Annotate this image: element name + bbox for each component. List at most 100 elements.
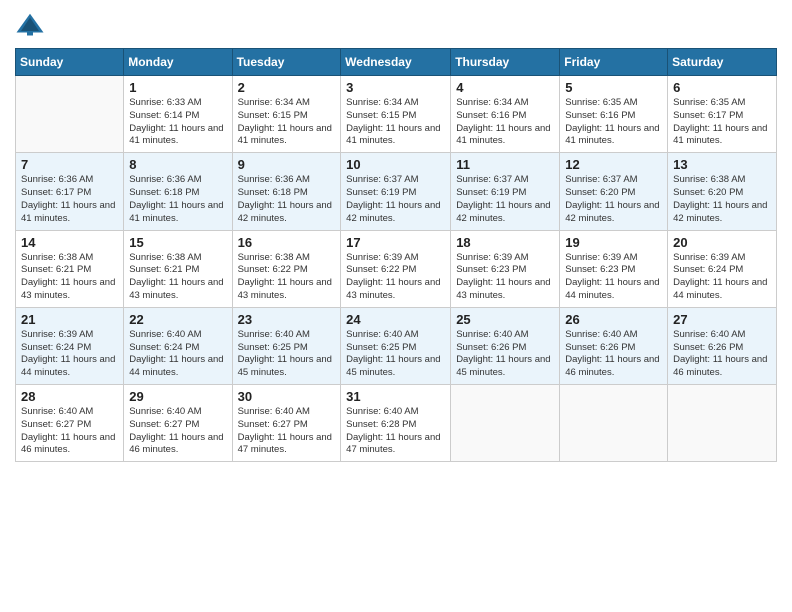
day-info: Sunrise: 6:38 AM Sunset: 6:20 PM Dayligh… (673, 174, 771, 225)
header-friday: Friday (560, 49, 668, 76)
day-info: Sunrise: 6:40 AM Sunset: 6:25 PM Dayligh… (238, 329, 336, 380)
day-number: 27 (673, 312, 771, 327)
day-cell: 9Sunrise: 6:36 AM Sunset: 6:18 PM Daylig… (232, 153, 341, 230)
day-cell: 2 Sunrise: 6:34 AM Sunset: 6:15 PM Daylig… (232, 76, 341, 153)
week-row-4: 21 Sunrise: 6:39 AM Sunset: 6:24 PM Dayli… (16, 307, 777, 384)
day-info: Sunrise: 6:39 AM Sunset: 6:24 PM Dayligh… (21, 329, 118, 380)
day-number: 7 (21, 157, 118, 172)
day-cell: 30 Sunrise: 6:40 AM Sunset: 6:27 PM Dayli… (232, 385, 341, 462)
day-info: Sunrise: 6:36 AM Sunset: 6:18 PM Dayligh… (129, 174, 226, 225)
day-info: Sunrise: 6:40 AM Sunset: 6:27 PM Dayligh… (238, 406, 336, 457)
header-wednesday: Wednesday (341, 49, 451, 76)
day-info: Sunrise: 6:39 AM Sunset: 6:24 PM Dayligh… (673, 252, 771, 303)
day-cell: 3 Sunrise: 6:34 AM Sunset: 6:15 PM Daylig… (341, 76, 451, 153)
day-number: 16 (238, 235, 336, 250)
header-thursday: Thursday (451, 49, 560, 76)
day-number: 4 (456, 80, 554, 95)
day-cell: 8 Sunrise: 6:36 AM Sunset: 6:18 PM Daylig… (124, 153, 232, 230)
day-number: 26 (565, 312, 662, 327)
day-info: Sunrise: 6:34 AM Sunset: 6:15 PM Dayligh… (238, 97, 336, 148)
day-info: Sunrise: 6:39 AM Sunset: 6:23 PM Dayligh… (456, 252, 554, 303)
week-row-3: 14 Sunrise: 6:38 AM Sunset: 6:21 PM Dayli… (16, 230, 777, 307)
day-number: 1 (129, 80, 226, 95)
day-number: 19 (565, 235, 662, 250)
day-info: Sunrise: 6:37 AM Sunset: 6:19 PM Dayligh… (456, 174, 554, 225)
day-info: Sunrise: 6:34 AM Sunset: 6:16 PM Dayligh… (456, 97, 554, 148)
day-number: 12 (565, 157, 662, 172)
day-cell: 28 Sunrise: 6:40 AM Sunset: 6:27 PM Dayli… (16, 385, 124, 462)
day-number: 3 (346, 80, 445, 95)
day-number: 20 (673, 235, 771, 250)
day-number: 24 (346, 312, 445, 327)
day-number: 28 (21, 389, 118, 404)
day-number: 13 (673, 157, 771, 172)
day-number: 6 (673, 80, 771, 95)
day-info: Sunrise: 6:37 AM Sunset: 6:20 PM Dayligh… (565, 174, 662, 225)
day-cell: 17Sunrise: 6:39 AM Sunset: 6:22 PM Dayli… (341, 230, 451, 307)
day-cell: 26 Sunrise: 6:40 AM Sunset: 6:26 PM Dayli… (560, 307, 668, 384)
header (15, 10, 777, 40)
day-cell: 12 Sunrise: 6:37 AM Sunset: 6:20 PM Dayli… (560, 153, 668, 230)
day-info: Sunrise: 6:40 AM Sunset: 6:25 PM Dayligh… (346, 329, 445, 380)
day-cell: 16 Sunrise: 6:38 AM Sunset: 6:22 PM Dayli… (232, 230, 341, 307)
day-cell: 23 Sunrise: 6:40 AM Sunset: 6:25 PM Dayli… (232, 307, 341, 384)
day-info: Sunrise: 6:40 AM Sunset: 6:26 PM Dayligh… (673, 329, 771, 380)
day-info: Sunrise: 6:35 AM Sunset: 6:16 PM Dayligh… (565, 97, 662, 148)
day-info: Sunrise: 6:33 AM Sunset: 6:14 PM Dayligh… (129, 97, 226, 148)
logo-icon (15, 10, 45, 40)
day-cell: 21 Sunrise: 6:39 AM Sunset: 6:24 PM Dayli… (16, 307, 124, 384)
day-info: Sunrise: 6:38 AM Sunset: 6:22 PM Dayligh… (238, 252, 336, 303)
day-info: Sunrise: 6:40 AM Sunset: 6:28 PM Dayligh… (346, 406, 445, 457)
day-cell: 7 Sunrise: 6:36 AM Sunset: 6:17 PM Daylig… (16, 153, 124, 230)
day-number: 5 (565, 80, 662, 95)
day-number: 18 (456, 235, 554, 250)
day-number: 31 (346, 389, 445, 404)
day-info: Sunrise: 6:40 AM Sunset: 6:26 PM Dayligh… (456, 329, 554, 380)
day-cell: 14 Sunrise: 6:38 AM Sunset: 6:21 PM Dayli… (16, 230, 124, 307)
day-number: 23 (238, 312, 336, 327)
day-number: 8 (129, 157, 226, 172)
day-cell: 20 Sunrise: 6:39 AM Sunset: 6:24 PM Dayli… (668, 230, 777, 307)
day-cell: 25 Sunrise: 6:40 AM Sunset: 6:26 PM Dayli… (451, 307, 560, 384)
day-cell (16, 76, 124, 153)
day-cell: 19 Sunrise: 6:39 AM Sunset: 6:23 PM Dayli… (560, 230, 668, 307)
day-cell: 1 Sunrise: 6:33 AM Sunset: 6:14 PM Daylig… (124, 76, 232, 153)
week-row-2: 7 Sunrise: 6:36 AM Sunset: 6:17 PM Daylig… (16, 153, 777, 230)
day-cell: 5 Sunrise: 6:35 AM Sunset: 6:16 PM Daylig… (560, 76, 668, 153)
day-number: 21 (21, 312, 118, 327)
day-number: 29 (129, 389, 226, 404)
header-tuesday: Tuesday (232, 49, 341, 76)
day-number: 30 (238, 389, 336, 404)
day-info: Sunrise: 6:38 AM Sunset: 6:21 PM Dayligh… (129, 252, 226, 303)
day-number: 25 (456, 312, 554, 327)
header-saturday: Saturday (668, 49, 777, 76)
day-cell: 13 Sunrise: 6:38 AM Sunset: 6:20 PM Dayli… (668, 153, 777, 230)
day-cell: 27 Sunrise: 6:40 AM Sunset: 6:26 PM Dayli… (668, 307, 777, 384)
week-row-5: 28 Sunrise: 6:40 AM Sunset: 6:27 PM Dayli… (16, 385, 777, 462)
day-info: Sunrise: 6:36 AM Sunset: 6:17 PM Dayligh… (21, 174, 118, 225)
day-cell: 18 Sunrise: 6:39 AM Sunset: 6:23 PM Dayli… (451, 230, 560, 307)
day-cell: 15 Sunrise: 6:38 AM Sunset: 6:21 PM Dayli… (124, 230, 232, 307)
day-info: Sunrise: 6:39 AM Sunset: 6:23 PM Dayligh… (565, 252, 662, 303)
day-cell (668, 385, 777, 462)
day-number: 10 (346, 157, 445, 172)
day-info: Sunrise: 6:40 AM Sunset: 6:27 PM Dayligh… (21, 406, 118, 457)
day-cell: 29 Sunrise: 6:40 AM Sunset: 6:27 PM Dayli… (124, 385, 232, 462)
day-info: Sunrise: 6:38 AM Sunset: 6:21 PM Dayligh… (21, 252, 118, 303)
day-info: Sunrise: 6:40 AM Sunset: 6:27 PM Dayligh… (129, 406, 226, 457)
day-number: 15 (129, 235, 226, 250)
day-cell: 22Sunrise: 6:40 AM Sunset: 6:24 PM Dayli… (124, 307, 232, 384)
day-cell: 24 Sunrise: 6:40 AM Sunset: 6:25 PM Dayli… (341, 307, 451, 384)
day-info: Sunrise: 6:34 AM Sunset: 6:15 PM Dayligh… (346, 97, 445, 148)
calendar: SundayMondayTuesdayWednesdayThursdayFrid… (15, 48, 777, 462)
day-cell: 31 Sunrise: 6:40 AM Sunset: 6:28 PM Dayli… (341, 385, 451, 462)
header-sunday: Sunday (16, 49, 124, 76)
page: SundayMondayTuesdayWednesdayThursdayFrid… (0, 0, 792, 612)
week-row-1: 1 Sunrise: 6:33 AM Sunset: 6:14 PM Daylig… (16, 76, 777, 153)
day-cell (451, 385, 560, 462)
day-info: Sunrise: 6:40 AM Sunset: 6:26 PM Dayligh… (565, 329, 662, 380)
day-info: Sunrise: 6:36 AM Sunset: 6:18 PM Dayligh… (238, 174, 336, 225)
day-number: 14 (21, 235, 118, 250)
day-number: 2 (238, 80, 336, 95)
day-cell: 6Sunrise: 6:35 AM Sunset: 6:17 PM Daylig… (668, 76, 777, 153)
